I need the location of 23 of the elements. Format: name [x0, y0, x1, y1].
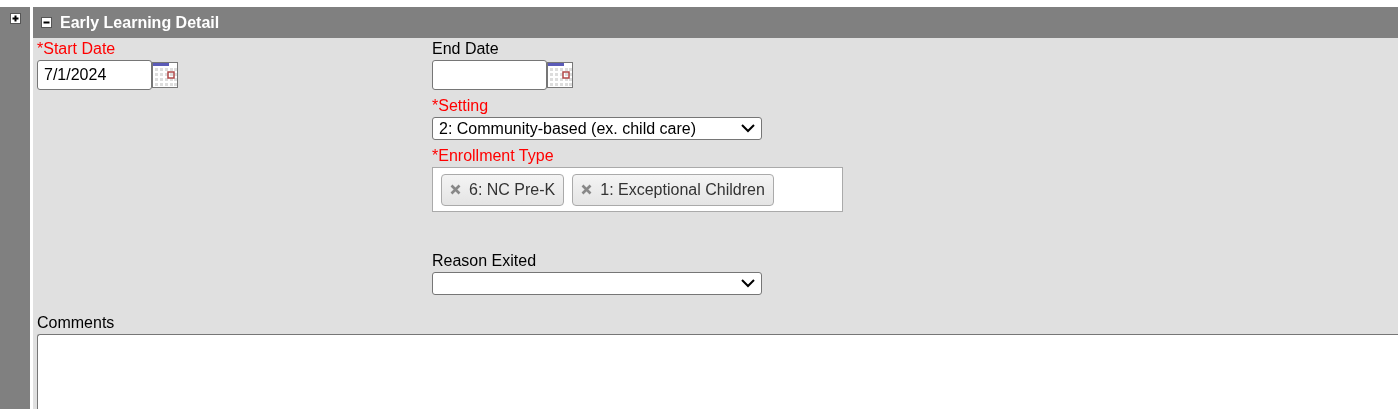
field-label: Comments: [37, 314, 116, 332]
tag-label: 6: NC Pre-K: [469, 180, 556, 199]
multi-select-field[interactable]: 6: NC Pre-K 1: Exceptional Children: [432, 167, 843, 212]
minus-icon[interactable]: [41, 17, 52, 28]
plus-icon[interactable]: [9, 13, 21, 24]
chevron-down-icon: [741, 279, 755, 288]
tag-label: 1: Exceptional Children: [600, 180, 765, 199]
chevron-down-icon: [741, 124, 755, 133]
setting-select[interactable]: 2: Community-based (ex. child care): [432, 117, 762, 140]
field-label: *Enrollment Type: [432, 147, 555, 165]
field-label: End Date: [432, 40, 500, 58]
field-label: Reason Exited: [432, 252, 538, 270]
reason-select[interactable]: [432, 272, 762, 295]
field-label: *Start Date: [37, 40, 117, 58]
comments-field[interactable]: [37, 334, 1398, 409]
calendar-icon[interactable]: [152, 62, 178, 88]
remove-icon[interactable]: [581, 184, 593, 195]
date-field[interactable]: 7/1/2024: [37, 60, 152, 90]
calendar-icon[interactable]: [547, 62, 573, 88]
date-field[interactable]: [432, 60, 547, 90]
remove-icon[interactable]: [450, 184, 461, 195]
panel-title: Early Learning Detail: [60, 13, 220, 32]
field-label: *Setting: [432, 97, 490, 115]
